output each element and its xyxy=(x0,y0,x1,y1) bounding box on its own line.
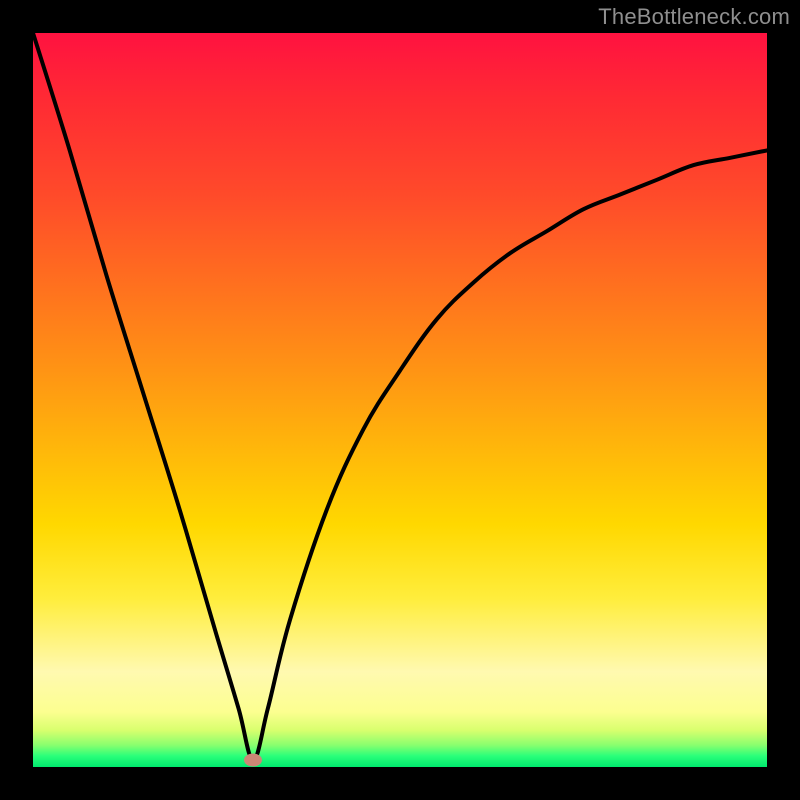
watermark-text: TheBottleneck.com xyxy=(598,4,790,30)
optimal-point-marker xyxy=(244,753,262,766)
plot-area xyxy=(33,33,767,767)
bottleneck-curve xyxy=(33,33,767,767)
chart-frame: TheBottleneck.com xyxy=(0,0,800,800)
